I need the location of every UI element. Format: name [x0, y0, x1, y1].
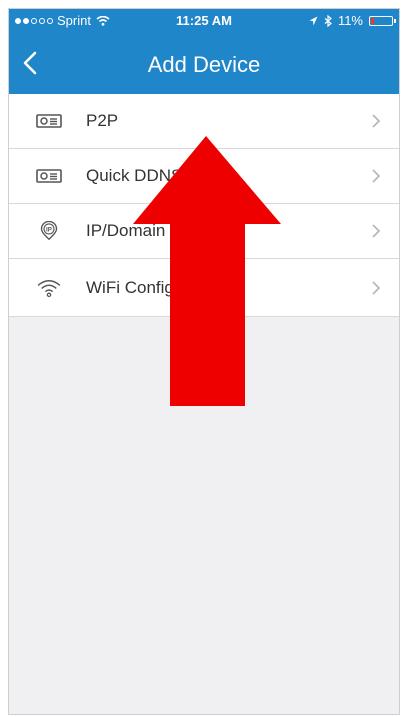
battery-icon [369, 15, 396, 26]
list-item-label: P2P [86, 111, 119, 130]
battery-percent: 11% [337, 13, 363, 28]
list-item-p2p[interactable]: P2P [9, 94, 399, 149]
camera-device-icon [36, 114, 62, 128]
svg-text:IP: IP [46, 226, 52, 233]
list-item-quick-ddns[interactable]: Quick DDNS [9, 149, 399, 204]
list-item-label: Quick DDNS [86, 166, 183, 185]
camera-device-icon [36, 169, 62, 183]
wifi-icon [37, 279, 61, 297]
page-title: Add Device [147, 52, 261, 77]
location-arrow-icon [309, 16, 318, 25]
add-device-options-list: P2P Quick DDNS IP IP/Domain WiFi Configu… [9, 94, 399, 317]
status-bar: Sprint 11:25 AM 11% [9, 9, 399, 31]
chevron-right-icon [372, 280, 381, 295]
phone-screen: Sprint 11:25 AM 11% Add Device P2P Quick… [8, 8, 400, 715]
bluetooth-icon [324, 14, 332, 27]
chevron-right-icon [372, 114, 381, 128]
list-item-label: WiFi Configuration [86, 277, 226, 297]
chevron-right-icon [372, 224, 381, 238]
navigation-bar: Add Device [9, 31, 399, 94]
status-right: 11% [309, 13, 396, 28]
list-item-label: IP/Domain [86, 221, 166, 240]
chevron-right-icon [372, 169, 381, 183]
list-item-wifi-configuration[interactable]: WiFi Configuration [9, 259, 399, 317]
list-item-ip-domain[interactable]: IP IP/Domain [9, 204, 399, 259]
ip-location-icon: IP [40, 221, 58, 241]
